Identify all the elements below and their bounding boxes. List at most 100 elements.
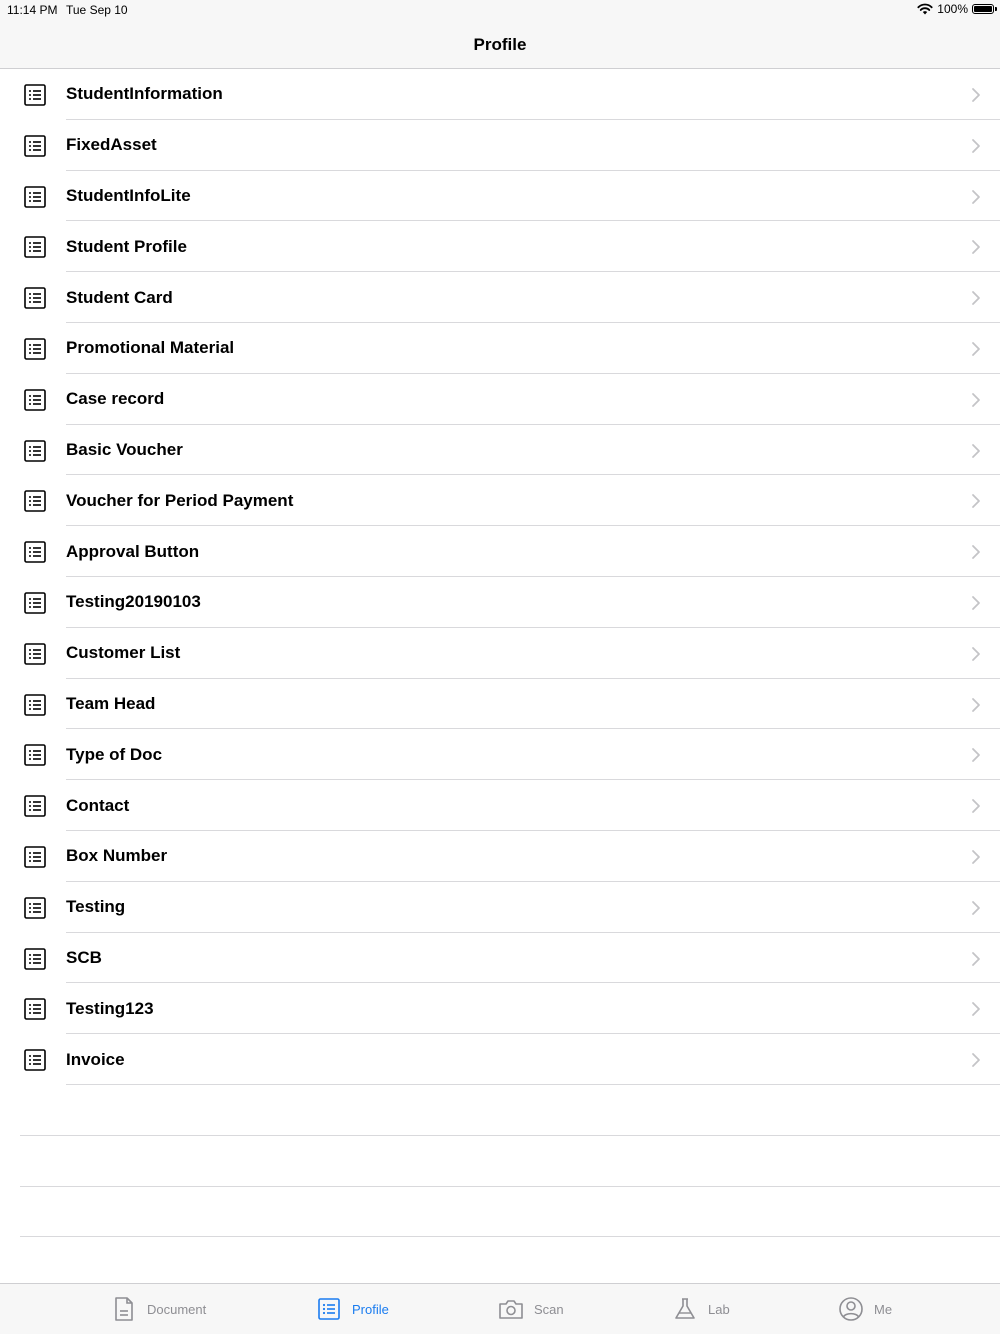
list-icon — [24, 846, 46, 868]
tab-document-label: Document — [147, 1301, 207, 1317]
wifi-icon — [917, 3, 933, 15]
status-time: 11:14 PM — [7, 3, 58, 17]
chevron-right-icon — [972, 291, 980, 306]
list-item-label: Student Profile — [66, 236, 187, 256]
list-item-label: StudentInfoLite — [66, 185, 191, 205]
list-item-label: Case record — [66, 389, 165, 409]
list-item[interactable]: Type of Doc — [0, 729, 1000, 780]
chevron-right-icon — [972, 1002, 980, 1017]
list-icon — [24, 896, 46, 919]
list-icon — [24, 642, 46, 665]
chevron-right-icon — [972, 900, 980, 915]
list-item-label: Box Number — [66, 846, 168, 866]
flask-icon — [675, 1298, 695, 1319]
list-item-label: Testing20190103 — [66, 592, 201, 612]
tab-me-label: Me — [874, 1301, 893, 1317]
list-icon — [24, 541, 46, 563]
list-item[interactable]: SCB — [0, 933, 1000, 984]
status-indicators: 100% — [917, 2, 997, 16]
list-icon — [24, 998, 46, 1021]
list-icon — [24, 287, 46, 309]
battery-percent: 100% — [937, 2, 968, 16]
empty-row — [0, 1085, 1000, 1136]
list-item-label: Customer List — [66, 643, 181, 663]
chevron-right-icon — [972, 342, 980, 356]
list-item[interactable]: Testing20190103 — [0, 577, 1000, 628]
person-icon — [839, 1297, 863, 1321]
list-item[interactable]: Testing123 — [0, 983, 1000, 1034]
chevron-right-icon — [972, 494, 980, 509]
tab-me[interactable]: Me — [838, 1284, 892, 1334]
list-icon — [318, 1298, 340, 1320]
list-item[interactable]: Approval Button — [0, 526, 1000, 577]
list-icon — [24, 693, 46, 716]
chevron-right-icon — [972, 240, 980, 255]
tab-bar: Document Profile Scan Lab Me — [0, 1283, 1000, 1334]
list-item[interactable]: Case record — [0, 374, 1000, 425]
status-bar: 11:14 PM Tue Sep 10 100% — [0, 0, 1000, 22]
chevron-right-icon — [972, 596, 980, 610]
list-item[interactable]: Student Profile — [0, 221, 1000, 272]
chevron-right-icon — [972, 88, 980, 102]
list-item-label: Voucher for Period Payment — [66, 490, 294, 510]
list-icon — [24, 134, 46, 157]
list-icon — [24, 592, 46, 614]
list-item-label: Promotional Material — [66, 338, 235, 358]
chevron-right-icon — [972, 1053, 980, 1068]
tab-lab[interactable]: Lab — [672, 1284, 730, 1334]
list-item-label: Student Card — [66, 287, 173, 307]
empty-row — [0, 1187, 1000, 1238]
list-item[interactable]: Customer List — [0, 628, 1000, 679]
list-item-label: Invoice — [66, 1049, 125, 1069]
status-date: Tue Sep 10 — [66, 3, 128, 17]
page-title: Profile — [473, 35, 527, 54]
list-icon — [24, 795, 46, 817]
chevron-right-icon — [972, 748, 980, 763]
chevron-right-icon — [972, 443, 980, 458]
list-item-label: FixedAsset — [66, 135, 157, 155]
camera-icon — [499, 1300, 523, 1319]
list-item[interactable]: Contact — [0, 780, 1000, 831]
tab-scan[interactable]: Scan — [498, 1284, 564, 1334]
empty-row — [0, 1136, 1000, 1187]
list-item-label: Contact — [66, 795, 130, 815]
chevron-right-icon — [972, 951, 980, 966]
chevron-right-icon — [972, 138, 980, 153]
list-icon — [24, 338, 46, 360]
tab-lab-label: Lab — [708, 1301, 730, 1317]
list-item[interactable]: StudentInfoLite — [0, 171, 1000, 222]
list-icon — [24, 236, 46, 259]
list-item-label: Team Head — [66, 693, 156, 713]
chevron-right-icon — [972, 545, 980, 560]
chevron-right-icon — [972, 392, 980, 407]
document-icon — [115, 1297, 133, 1321]
list-item[interactable]: StudentInformation — [0, 69, 1000, 120]
list-icon — [24, 388, 46, 411]
list-item[interactable]: Team Head — [0, 679, 1000, 730]
tab-profile[interactable]: Profile — [316, 1284, 389, 1334]
list-item[interactable]: Invoice — [0, 1034, 1000, 1085]
list-item[interactable]: Promotional Material — [0, 323, 1000, 374]
battery-icon — [972, 4, 997, 14]
chevron-right-icon — [972, 850, 980, 864]
list-item[interactable]: Student Card — [0, 272, 1000, 323]
list-item-label: Basic Voucher — [66, 439, 183, 459]
list-icon — [24, 439, 46, 462]
list-item[interactable]: FixedAsset — [0, 120, 1000, 171]
tab-document[interactable]: Document — [111, 1284, 206, 1334]
list-item-label: Testing123 — [66, 998, 154, 1018]
chevron-right-icon — [972, 697, 980, 712]
list-item-label: Approval Button — [66, 541, 200, 561]
navigation-bar: Profile — [0, 22, 1000, 69]
list-icon — [24, 490, 46, 513]
list-item[interactable]: Basic Voucher — [0, 425, 1000, 476]
list-item[interactable]: Voucher for Period Payment — [0, 475, 1000, 526]
tab-profile-label: Profile — [352, 1301, 389, 1317]
list-icon — [24, 84, 46, 106]
list-icon — [24, 744, 46, 767]
list-item-label: Type of Doc — [66, 744, 163, 764]
list-item[interactable]: Testing — [0, 882, 1000, 933]
list-item[interactable]: Box Number — [0, 831, 1000, 882]
chevron-right-icon — [972, 799, 980, 814]
list-item-label: SCB — [66, 947, 102, 967]
